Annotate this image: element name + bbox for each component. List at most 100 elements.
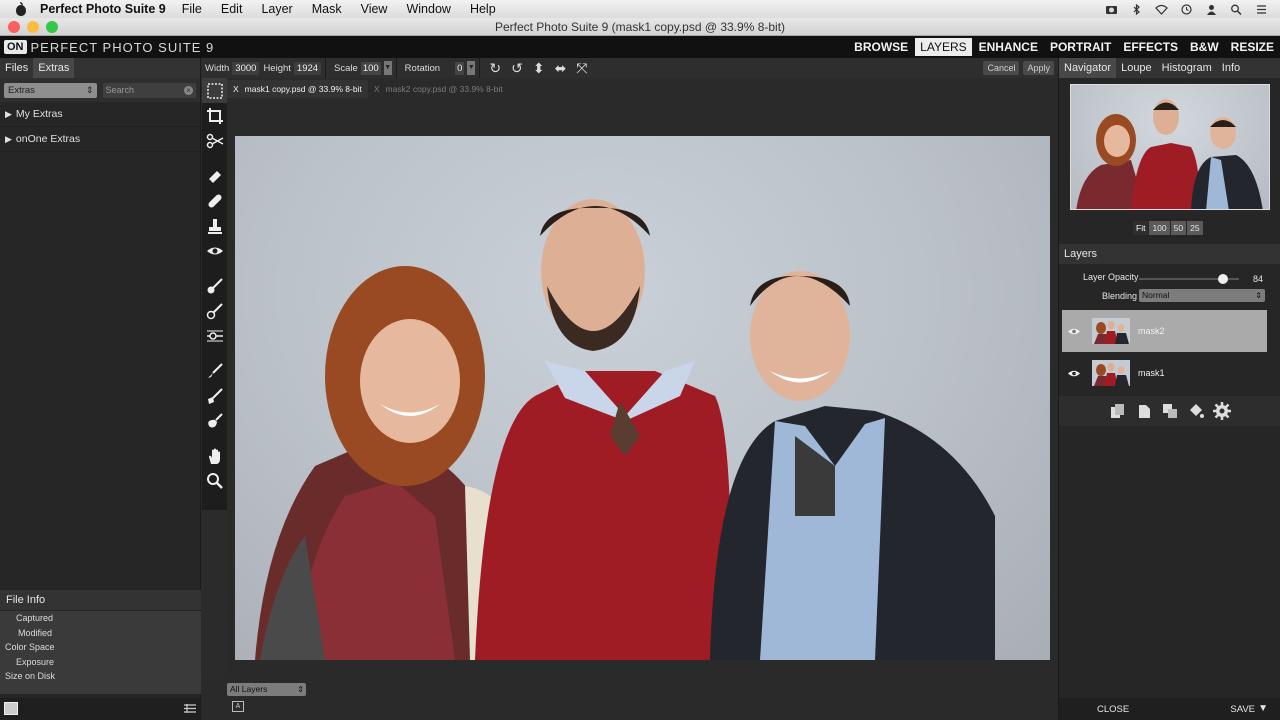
minimize-window-button[interactable]: [27, 21, 39, 33]
fit-to-canvas-icon[interactable]: ⤧: [576, 60, 587, 77]
zoom-50-button[interactable]: 50: [1170, 221, 1187, 235]
bluetooth-icon[interactable]: [1130, 3, 1143, 15]
layer-opacity-slider[interactable]: [1139, 274, 1239, 284]
visibility-eye-icon[interactable]: [1066, 327, 1082, 336]
visibility-eye-icon[interactable]: [1066, 369, 1082, 378]
scissors-icon[interactable]: [202, 128, 227, 153]
tab-histogram[interactable]: Histogram: [1157, 58, 1217, 78]
scale-field[interactable]: 100: [360, 61, 381, 75]
blur-icon[interactable]: [202, 408, 227, 433]
close-button[interactable]: CLOSE: [1097, 704, 1129, 715]
refine-brush-icon[interactable]: [202, 358, 227, 383]
menu-layer[interactable]: Layer: [261, 2, 292, 16]
module-resize[interactable]: RESIZE: [1226, 38, 1279, 56]
tab-files[interactable]: Files: [0, 58, 33, 78]
module-enhance[interactable]: ENHANCE: [974, 38, 1043, 56]
module-portrait[interactable]: PORTRAIT: [1045, 38, 1116, 56]
marquee-tool-icon[interactable]: [202, 78, 227, 103]
flip-horizontal-icon[interactable]: ⬌: [555, 60, 567, 77]
eye-icon[interactable]: [202, 238, 227, 263]
tab-extras[interactable]: Extras: [33, 58, 75, 78]
module-bw[interactable]: B&W: [1185, 38, 1224, 56]
rotate-ccw-icon[interactable]: ↺: [511, 60, 523, 77]
layer-row-mask1[interactable]: mask1: [1062, 352, 1267, 394]
save-button[interactable]: SAVE: [1230, 704, 1255, 715]
masking-brush-2-icon[interactable]: [202, 298, 227, 323]
layer-opacity-knob[interactable]: [1218, 274, 1228, 284]
zoom-25-button[interactable]: 25: [1187, 221, 1203, 235]
camera-icon[interactable]: [1105, 4, 1118, 15]
menu-window[interactable]: Window: [406, 2, 450, 16]
module-effects[interactable]: EFFECTS: [1118, 38, 1183, 56]
layers-panel-header[interactable]: Layers: [1059, 244, 1280, 264]
apply-button[interactable]: Apply: [1023, 61, 1054, 75]
rotation-field[interactable]: 0: [455, 61, 465, 75]
chevron-down-icon[interactable]: ▼: [383, 61, 392, 75]
menu-help[interactable]: Help: [470, 2, 496, 16]
zoom-100-button[interactable]: 100: [1149, 221, 1170, 235]
search-input[interactable]: Search ×: [102, 82, 196, 98]
cancel-button[interactable]: Cancel: [983, 61, 1020, 75]
layer-row-mask2[interactable]: mask2: [1062, 310, 1267, 352]
masking-brush-icon[interactable]: [202, 273, 227, 298]
clear-search-icon[interactable]: ×: [184, 85, 193, 95]
user-icon[interactable]: [1205, 4, 1218, 15]
settings-gear-icon[interactable]: [1212, 401, 1232, 421]
clock-icon[interactable]: [1180, 3, 1193, 15]
width-field[interactable]: 3000: [232, 61, 260, 75]
notification-icon[interactable]: [1255, 4, 1268, 15]
zoom-icon[interactable]: [202, 468, 227, 493]
rotate-cw-icon[interactable]: ↻: [489, 60, 501, 77]
layer-opacity-value[interactable]: 84: [1253, 274, 1263, 284]
navigator-thumbnail[interactable]: [1070, 84, 1270, 210]
extras-select[interactable]: Extras: [4, 82, 97, 98]
spotlight-icon[interactable]: [1230, 4, 1243, 15]
merge-layers-icon[interactable]: [1160, 401, 1180, 421]
menu-view[interactable]: View: [361, 2, 388, 16]
close-tab-icon[interactable]: X: [374, 84, 380, 94]
menu-app-name[interactable]: Perfect Photo Suite 9: [40, 2, 166, 16]
hand-icon[interactable]: [202, 443, 227, 468]
close-window-button[interactable]: [8, 21, 20, 33]
extras-item-my-extras[interactable]: ▶ My Extras: [0, 102, 200, 127]
line-mask-icon[interactable]: [202, 323, 227, 348]
menu-mask[interactable]: Mask: [312, 2, 342, 16]
panel-toggle-icon[interactable]: [4, 702, 18, 715]
blending-select[interactable]: Normal: [1139, 289, 1265, 302]
flip-vertical-icon[interactable]: ⬍: [533, 60, 545, 77]
save-options-chevron-icon[interactable]: ▼: [1258, 703, 1268, 714]
chisel-icon[interactable]: [202, 383, 227, 408]
doc-tab-mask2[interactable]: X mask2 copy.psd @ 33.9% 8-bit: [368, 80, 509, 98]
file-info-header[interactable]: File Info: [0, 590, 201, 610]
zoom-window-button[interactable]: [46, 21, 58, 33]
chevron-down-icon[interactable]: ▼: [467, 61, 476, 75]
a-icon[interactable]: A: [232, 701, 244, 712]
canvas-area[interactable]: [227, 98, 1058, 678]
extras-item-onone-extras[interactable]: ▶ onOne Extras: [0, 127, 200, 152]
duplicate-layer-icon[interactable]: [1108, 401, 1128, 421]
module-layers[interactable]: LAYERS: [915, 38, 972, 56]
disclosure-triangle-icon[interactable]: ▶: [5, 109, 12, 120]
tab-loupe[interactable]: Loupe: [1116, 58, 1157, 78]
crop-tool-icon[interactable]: [202, 103, 227, 128]
tab-info[interactable]: Info: [1217, 58, 1245, 78]
tab-navigator[interactable]: Navigator: [1059, 58, 1117, 78]
stamp-icon[interactable]: [202, 213, 227, 238]
list-view-icon[interactable]: [183, 703, 197, 717]
layers-filter-select[interactable]: All Layers: [227, 683, 306, 696]
wifi-icon[interactable]: [1155, 4, 1168, 15]
menu-edit[interactable]: Edit: [221, 2, 243, 16]
doc-tab-mask1[interactable]: X mask1 copy.psd @ 33.9% 8-bit: [227, 80, 368, 98]
photo-canvas[interactable]: [235, 136, 1050, 660]
module-browse[interactable]: BROWSE: [849, 38, 913, 56]
close-tab-icon[interactable]: X: [233, 84, 239, 94]
bandage-icon[interactable]: [202, 188, 227, 213]
height-field[interactable]: 1924: [293, 61, 322, 75]
eraser-icon[interactable]: [202, 163, 227, 188]
menu-file[interactable]: File: [182, 2, 202, 16]
apple-icon[interactable]: [14, 2, 28, 16]
disclosure-triangle-icon[interactable]: ▶: [5, 134, 12, 145]
fill-bucket-icon[interactable]: [1186, 401, 1206, 421]
zoom-fit-button[interactable]: Fit: [1133, 221, 1149, 235]
new-layer-icon[interactable]: [1134, 401, 1154, 421]
